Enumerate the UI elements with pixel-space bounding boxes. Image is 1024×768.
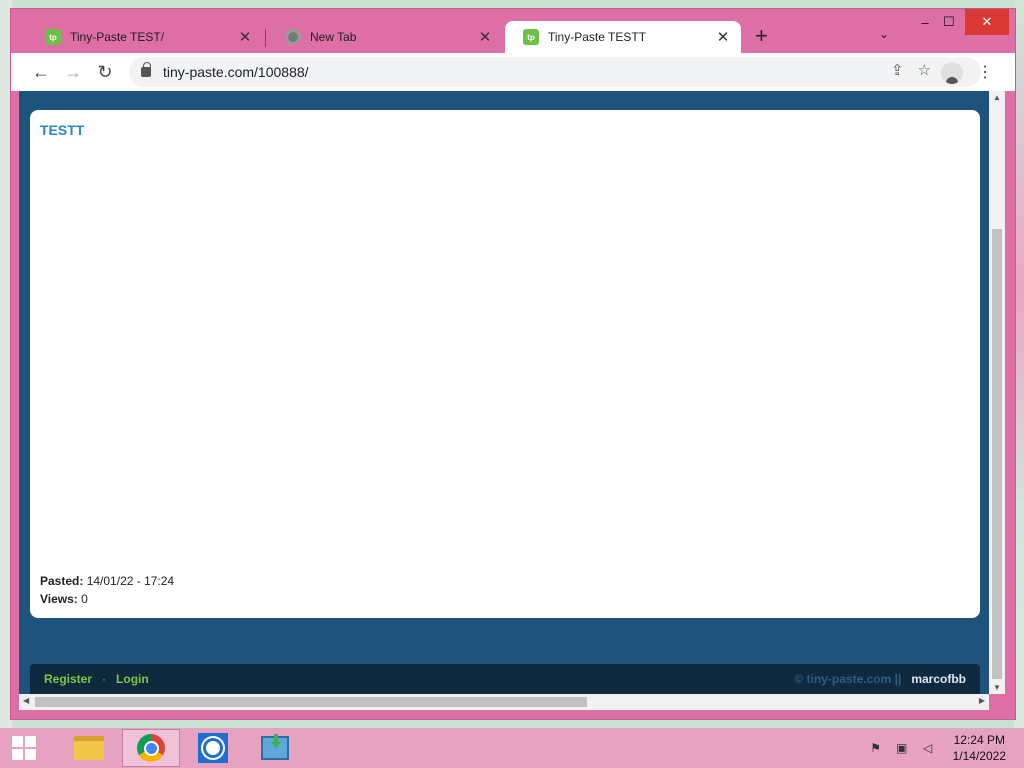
views-label: Views: (40, 592, 78, 606)
scroll-up-arrow-icon[interactable]: ▲ (989, 93, 1005, 102)
tab-close-icon[interactable]: ✕ (477, 28, 493, 46)
views-count: 0 (81, 592, 88, 606)
url-text[interactable]: tiny-paste.com/100888/ (163, 64, 309, 80)
tab-close-icon[interactable]: ✕ (237, 28, 253, 46)
taskbar: ⚑ ▣ ◁ 12:24 PM 1/14/2022 (0, 728, 1024, 768)
author-link[interactable]: marcofbb (911, 672, 966, 686)
paste-title: TESTT (40, 122, 85, 138)
tinypaste-favicon-icon: tp (523, 29, 539, 45)
browser-window: tp Tiny-Paste TEST/ ✕ New Tab ✕ tp Tiny-… (10, 8, 1016, 720)
tinypaste-favicon-icon: tp (45, 29, 61, 45)
paste-content-area[interactable] (30, 110, 980, 562)
login-link[interactable]: Login (116, 672, 149, 686)
tab-strip: tp Tiny-Paste TEST/ ✕ New Tab ✕ tp Tiny-… (11, 9, 1015, 55)
reload-button[interactable]: ↻ (89, 56, 121, 88)
bookmark-star-icon[interactable]: ☆ (918, 61, 931, 79)
copyright-text: © tiny-paste.com || (794, 672, 902, 686)
horizontal-scrollbar[interactable]: ◀ ▶ (19, 694, 989, 710)
pasted-date: 14/01/22 - 17:24 (86, 574, 175, 588)
scroll-left-arrow-icon[interactable]: ◀ (23, 696, 29, 705)
tab-title: Tiny-Paste TEST/ (70, 30, 165, 44)
taskbar-chrome[interactable] (122, 729, 180, 767)
tab-search-button[interactable]: ⌄ (879, 27, 889, 41)
windows-logo-icon (12, 736, 36, 760)
chrome-icon (137, 734, 165, 762)
volume-muted-icon[interactable]: ◁ (921, 741, 935, 755)
close-window-button[interactable]: ✕ (965, 9, 1009, 35)
pasted-label: Pasted: (40, 574, 84, 588)
scroll-right-arrow-icon[interactable]: ▶ (979, 696, 985, 705)
footer-separator: · (102, 672, 107, 686)
profile-avatar-icon[interactable] (941, 62, 963, 84)
tab-title: New Tab (310, 30, 357, 44)
network-icon[interactable]: ▣ (895, 741, 909, 755)
menu-kebab-icon[interactable]: ⋮ (977, 62, 993, 82)
tab-separator (265, 29, 266, 47)
brightness-icon (198, 733, 228, 763)
tab-tinypaste-test[interactable]: tp Tiny-Paste TEST/ ✕ (27, 21, 263, 53)
back-button[interactable]: ← (25, 56, 57, 88)
clock-date: 1/14/2022 (952, 749, 1006, 763)
system-tray: ⚑ ▣ ◁ 12:24 PM 1/14/2022 (869, 732, 1024, 764)
taskbar-file-explorer[interactable] (60, 729, 118, 767)
new-tab-button[interactable]: + (755, 25, 768, 47)
tab-title: Tiny-Paste TESTT (548, 30, 647, 44)
forward-button[interactable]: → (57, 56, 89, 88)
browser-toolbar: ← → ↻ tiny-paste.com/100888/ ⇪ ☆ ⋮ (11, 53, 1015, 91)
clock[interactable]: 12:24 PM 1/14/2022 (953, 732, 1006, 764)
tab-new-tab[interactable]: New Tab ✕ (267, 21, 503, 53)
address-bar[interactable]: tiny-paste.com/100888/ ⇪ ☆ (129, 57, 981, 87)
scroll-down-arrow-icon[interactable]: ▼ (989, 683, 1005, 692)
lock-icon[interactable] (141, 62, 151, 77)
installer-icon (261, 736, 289, 760)
file-explorer-icon (74, 736, 104, 760)
tab-tinypaste-testt[interactable]: tp Tiny-Paste TESTT ✕ (505, 21, 741, 53)
vertical-scroll-thumb[interactable] (992, 229, 1002, 679)
share-icon[interactable]: ⇪ (891, 61, 904, 79)
taskbar-installer[interactable] (246, 729, 304, 767)
vertical-scrollbar[interactable]: ▲ ▼ (989, 91, 1005, 694)
taskbar-brightness-app[interactable] (184, 729, 242, 767)
maximize-button[interactable]: ☐ (933, 9, 965, 35)
paste-card: TESTT Pasted: 14/01/22 - 17:24 Views: 0 (30, 110, 980, 618)
horizontal-scroll-thumb[interactable] (35, 697, 587, 707)
page-viewport: TESTT Pasted: 14/01/22 - 17:24 Views: 0 … (19, 91, 989, 694)
start-button[interactable] (0, 728, 48, 768)
chrome-favicon-icon (285, 29, 301, 45)
site-footer: Register · Login © tiny-paste.com || mar… (30, 664, 980, 694)
flag-alert-icon[interactable]: ⚑ (869, 741, 883, 755)
tab-close-icon[interactable]: ✕ (715, 28, 731, 46)
register-link[interactable]: Register (44, 672, 92, 686)
clock-time: 12:24 PM (953, 733, 1005, 747)
paste-metadata: Pasted: 14/01/22 - 17:24 Views: 0 (40, 572, 174, 608)
